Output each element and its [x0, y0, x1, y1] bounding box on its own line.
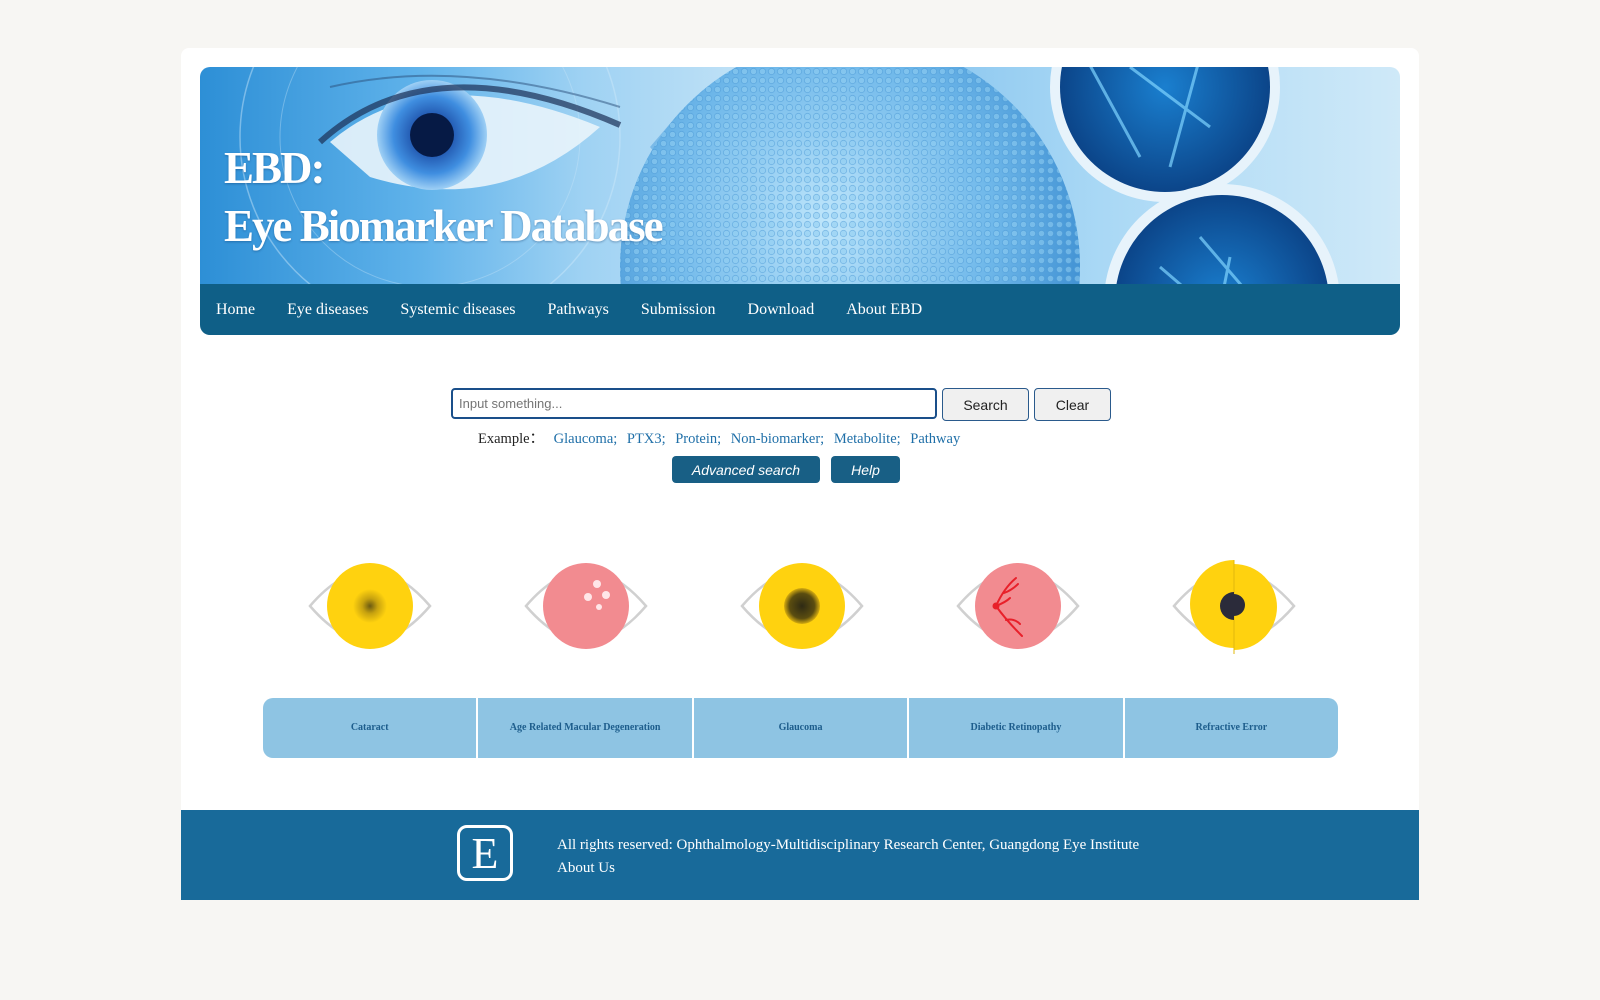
search-button[interactable]: Search [942, 388, 1029, 421]
header-banner: EBD: Eye Biomarker Database [200, 67, 1400, 284]
disease-tab-refractive-error[interactable]: Refractive Error [1122, 698, 1338, 758]
nav-item-systemic-diseases[interactable]: Systemic diseases [400, 301, 515, 319]
disease-tab-cataract[interactable]: Cataract [263, 698, 477, 758]
footer-logo: E [457, 825, 513, 881]
nav-item-pathways[interactable]: Pathways [548, 301, 609, 319]
disease-tab-bar: Cataract Age Related Macular Degeneratio… [263, 698, 1338, 758]
refractive-error-eye-icon[interactable] [1172, 558, 1296, 658]
footer: E All rights reserved: Ophthalmology-Mul… [181, 810, 1419, 900]
example-link-pathway[interactable]: Pathway [910, 431, 960, 447]
amd-eye-icon[interactable] [524, 558, 648, 654]
example-link-metabolite[interactable]: Metabolite; [834, 431, 901, 447]
site-title-line1: EBD: [224, 143, 326, 193]
search-bar: Search Clear [451, 388, 1111, 421]
footer-rights: All rights reserved: Ophthalmology-Multi… [557, 837, 1140, 853]
search-input[interactable] [451, 388, 937, 419]
footer-text: All rights reserved: Ophthalmology-Multi… [557, 834, 1139, 880]
glaucoma-eye-icon[interactable] [740, 558, 864, 654]
example-label: Example： [478, 431, 545, 447]
cataract-eye-icon[interactable] [308, 558, 432, 654]
footer-about-us-link[interactable]: About Us [557, 857, 1139, 880]
help-button[interactable]: Help [831, 456, 900, 483]
example-link-non-biomarker[interactable]: Non-biomarker; [731, 431, 824, 447]
diabetic-retinopathy-eye-icon[interactable] [956, 558, 1080, 654]
example-link-ptx3[interactable]: PTX3; [627, 431, 666, 447]
nav-item-submission[interactable]: Submission [641, 301, 716, 319]
nav-item-home[interactable]: Home [216, 301, 255, 319]
example-link-protein[interactable]: Protein; [675, 431, 721, 447]
search-examples: Example： Glaucoma; PTX3; Protein; Non-bi… [478, 427, 960, 448]
disease-tab-diabetic-retinopathy[interactable]: Diabetic Retinopathy [907, 698, 1123, 758]
disease-tab-glaucoma[interactable]: Glaucoma [691, 698, 908, 758]
nav-item-download[interactable]: Download [748, 301, 815, 319]
site-title: EBD: Eye Biomarker Database [224, 139, 664, 255]
clear-button[interactable]: Clear [1034, 388, 1111, 421]
site-title-line2: Eye Biomarker Database [224, 201, 664, 251]
disease-icon-row [250, 510, 1350, 670]
nav-item-about-ebd[interactable]: About EBD [846, 301, 922, 319]
search-actions: Advanced search Help [672, 456, 900, 483]
example-link-glaucoma[interactable]: Glaucoma; [554, 431, 618, 447]
advanced-search-button[interactable]: Advanced search [672, 456, 820, 483]
disease-tab-amd[interactable]: Age Related Macular Degeneration [476, 698, 692, 758]
nav-item-eye-diseases[interactable]: Eye diseases [287, 301, 368, 319]
main-nav: Home Eye diseases Systemic diseases Path… [200, 284, 1400, 335]
